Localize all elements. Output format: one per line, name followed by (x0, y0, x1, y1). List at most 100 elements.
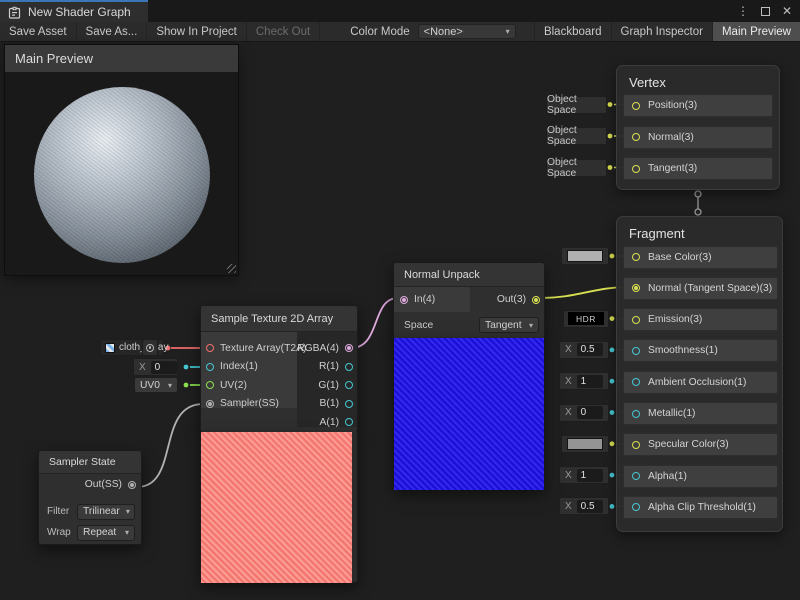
wire-sampler-state[interactable] (137, 404, 203, 487)
wire-rgba-to-unpack[interactable] (351, 298, 398, 348)
fragment-value-field-5[interactable]: 0 (577, 406, 603, 419)
blackboard-toggle[interactable]: Blackboard (534, 22, 612, 41)
object-picker-button[interactable] (142, 339, 158, 356)
save-asset-button[interactable]: Save Asset (0, 22, 77, 41)
sample-output-port-0[interactable] (345, 344, 353, 352)
fragment-port-8[interactable] (632, 503, 640, 511)
vertex-node-row-2[interactable]: Tangent(3) (623, 157, 773, 180)
filter-dropdown[interactable]: Trilinear (77, 504, 135, 520)
wrap-dropdown[interactable]: Repeat (77, 525, 135, 541)
vertex-space-chip-0[interactable]: Object Space (546, 96, 607, 114)
fragment-value-chip-3[interactable]: X 0.5 (559, 341, 609, 359)
shader-graph-icon (8, 6, 21, 19)
vertex-space-chip-1[interactable]: Object Space (546, 127, 607, 145)
normal-unpack-node[interactable]: Normal Unpack In(4) Out(3) Space Tangent (393, 262, 545, 340)
main-preview-panel[interactable]: Main Preview (5, 45, 238, 275)
fragment-port-7[interactable] (632, 472, 640, 480)
fragment-port-1[interactable] (632, 284, 640, 292)
index-value-chip[interactable]: X 0 (133, 358, 178, 376)
vertex-node-row-0[interactable]: Position(3) (623, 94, 773, 117)
graph-canvas[interactable]: Main Preview Vertex Position(3)Normal(3)… (0, 42, 800, 600)
fragment-node-row-8[interactable]: Alpha Clip Threshold(1) (623, 496, 778, 519)
check-out-button[interactable]: Check Out (247, 22, 320, 41)
normal-unpack-title[interactable]: Normal Unpack (394, 263, 544, 287)
document-tab[interactable]: New Shader Graph (0, 0, 148, 22)
save-as-button[interactable]: Save As... (77, 22, 148, 41)
show-in-project-button[interactable]: Show In Project (147, 22, 247, 41)
color-mode-dropdown[interactable]: <None> (418, 24, 516, 39)
fragment-x-label-3: X (565, 344, 572, 355)
vertex-port-0[interactable] (632, 102, 640, 110)
sample-input-port-0[interactable] (206, 344, 214, 352)
fragment-node[interactable]: Fragment Base Color(3)Normal (Tangent Sp… (616, 216, 783, 532)
panel-resize-handle[interactable] (227, 264, 236, 273)
sampler-state-node[interactable]: Sampler State Out(SS) Filter Trilinear W… (38, 450, 142, 545)
sample-output-row-1: R(1) (319, 358, 353, 375)
uv-channel-dropdown[interactable]: UV0 (134, 377, 178, 393)
vertex-node[interactable]: Vertex Position(3)Normal(3)Tangent(3) (616, 65, 780, 190)
sample-node-title[interactable]: Sample Texture 2D Array (201, 306, 357, 332)
vertex-space-chip-2[interactable]: Object Space (546, 159, 607, 177)
fragment-node-row-2[interactable]: Emission(3) (623, 308, 778, 331)
sample-output-label-4: A(1) (320, 417, 339, 428)
fragment-value-chip-7[interactable]: X1 (559, 466, 609, 484)
unpack-in-port[interactable] (400, 296, 408, 304)
fragment-port-3[interactable] (632, 347, 640, 355)
normal-unpack-preview[interactable] (394, 338, 544, 490)
index-value-field[interactable]: 0 (151, 361, 177, 374)
fragment-port-5[interactable] (632, 410, 640, 418)
sample-texture-2d-array-node[interactable]: Sample Texture 2D Array Texture Array(T2… (200, 305, 358, 433)
fragment-value-field-8[interactable]: 0.5 (577, 500, 603, 513)
sample-output-port-2[interactable] (345, 381, 353, 389)
unpack-out-port[interactable] (532, 296, 540, 304)
fragment-port-0[interactable] (632, 253, 640, 261)
fragment-node-row-1[interactable]: Normal (Tangent Space)(3) (623, 277, 778, 300)
sample-output-port-1[interactable] (345, 363, 353, 371)
sampler-out-port[interactable] (128, 481, 136, 489)
vertex-node-row-1[interactable]: Normal(3) (623, 126, 773, 149)
fragment-node-row-7[interactable]: Alpha(1) (623, 465, 778, 488)
object-picker-icon (146, 344, 154, 352)
vertex-label-2: Tangent(3) (648, 163, 697, 174)
fragment-hdr-label-2: HDR (568, 312, 604, 325)
close-icon[interactable]: ✕ (782, 4, 792, 18)
fragment-value-chip-4[interactable]: X1 (559, 372, 609, 390)
sampler-state-title[interactable]: Sampler State (39, 451, 141, 474)
fragment-node-row-6[interactable]: Specular Color(3) (623, 433, 778, 456)
fragment-color-swatch-0[interactable] (561, 247, 609, 265)
window-tab-bar: New Shader Graph ⋮ ✕ (0, 0, 800, 22)
wrap-label: Wrap (47, 527, 71, 538)
main-preview-header[interactable]: Main Preview (5, 45, 238, 72)
fragment-port-2[interactable] (632, 316, 640, 324)
maximize-icon[interactable] (761, 7, 770, 16)
fragment-port-6[interactable] (632, 441, 640, 449)
sample-input-port-1[interactable] (206, 363, 214, 371)
fragment-hdr-chip-2[interactable]: HDR (563, 310, 609, 328)
fragment-value-field-4[interactable]: 1 (577, 375, 603, 388)
fragment-node-row-5[interactable]: Metallic(1) (623, 402, 778, 425)
sample-output-port-4[interactable] (345, 418, 353, 426)
fragment-color-swatch-6[interactable] (561, 435, 609, 453)
preview-sphere[interactable] (34, 87, 210, 263)
vertex-port-1[interactable] (632, 133, 640, 141)
fragment-value-field-7[interactable]: 1 (577, 469, 603, 482)
fragment-x-label-5: X (565, 407, 572, 418)
sample-output-port-3[interactable] (345, 400, 353, 408)
graph-inspector-toggle[interactable]: Graph Inspector (612, 22, 713, 41)
fragment-node-row-4[interactable]: Ambient Occlusion(1) (623, 371, 778, 394)
sample-input-port-2[interactable] (206, 381, 214, 389)
fragment-node-row-0[interactable]: Base Color(3) (623, 246, 778, 269)
fragment-node-row-3[interactable]: Smoothness(1) (623, 339, 778, 362)
space-dropdown[interactable]: Tangent (479, 317, 539, 333)
fragment-value-field-3[interactable]: 0.5 (577, 343, 603, 356)
fragment-value-chip-5[interactable]: X0 (559, 404, 609, 422)
sample-input-port-3[interactable] (206, 400, 214, 408)
sample-node-texture-preview[interactable] (201, 432, 352, 583)
uv-channel-value: UV0 (140, 380, 160, 391)
vertex-port-2[interactable] (632, 165, 640, 173)
more-menu-icon[interactable]: ⋮ (737, 4, 749, 18)
fragment-value-chip-8[interactable]: X0.5 (559, 497, 609, 515)
fragment-port-4[interactable] (632, 378, 640, 386)
index-chip-dot (184, 365, 189, 370)
main-preview-toggle[interactable]: Main Preview (713, 22, 800, 41)
